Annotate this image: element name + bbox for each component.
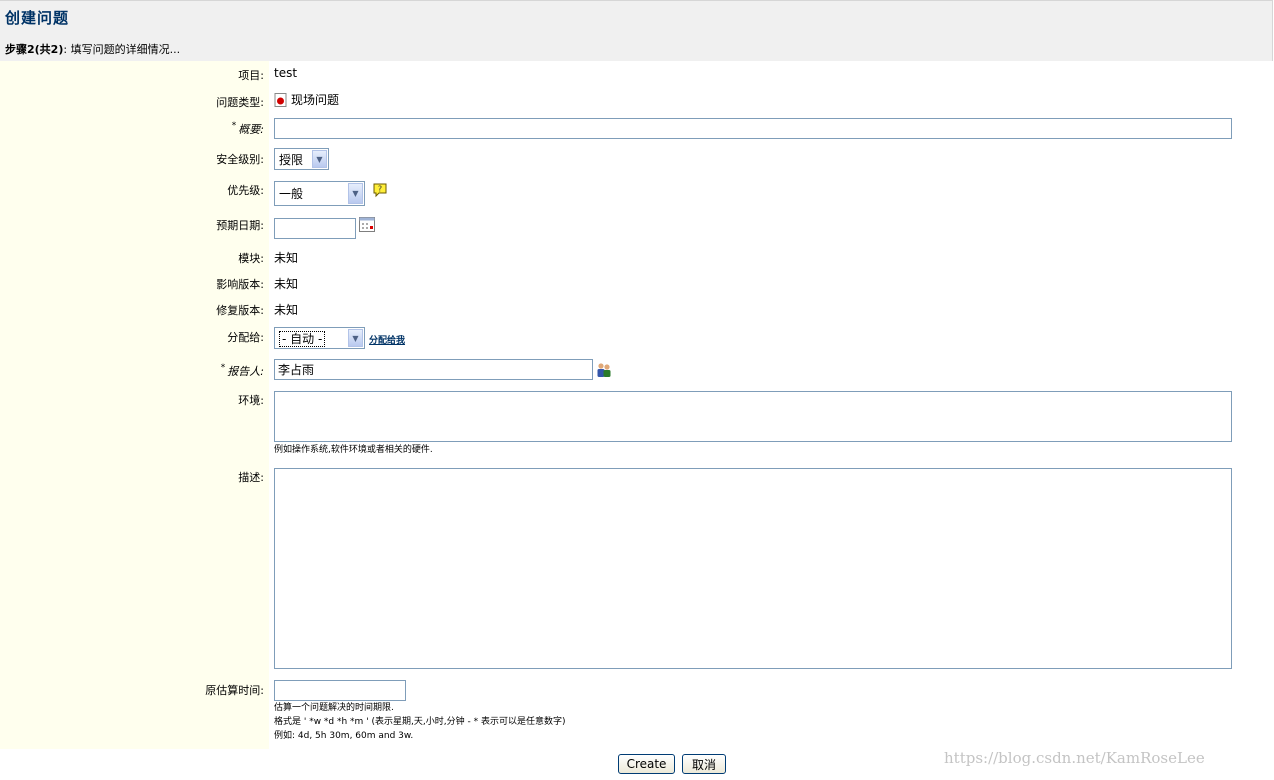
estimate-hint-2: 格式是 ' *w *d *h *m ' (表示星期,天,小时,分钟 - * 表示… xyxy=(274,717,566,727)
header: 创建问题 步骤2(共2): 填写问题的详细情况... xyxy=(0,0,1273,61)
affects-version-label: 影响版本: xyxy=(216,278,264,291)
user-picker-icon[interactable] xyxy=(596,362,612,378)
cancel-button[interactable]: 取消 xyxy=(682,754,726,774)
priority-label: 优先级: xyxy=(227,184,264,197)
issue-type-value: 现场问题 xyxy=(274,91,339,108)
estimate-label: 原估算时间: xyxy=(205,684,264,697)
issue-type-text: 现场问题 xyxy=(291,93,340,107)
step-indicator: 步骤2(共2): 填写问题的详细情况... xyxy=(5,41,180,57)
chevron-down-icon[interactable]: ▼ xyxy=(348,329,363,347)
chevron-down-icon[interactable]: ▼ xyxy=(348,183,363,204)
project-value: test xyxy=(274,66,298,80)
assignee-select[interactable]: - 自动 - ▼ xyxy=(274,327,365,349)
reporter-label: * 报告人: xyxy=(221,363,264,379)
security-selected: 授限 xyxy=(279,153,304,167)
security-label: 安全级别: xyxy=(216,153,264,166)
page-title: 创建问题 xyxy=(5,9,70,27)
priority-selected: 一般 xyxy=(279,187,304,201)
estimate-input[interactable] xyxy=(274,680,406,701)
component-value: 未知 xyxy=(274,251,299,265)
environment-textarea[interactable] xyxy=(274,391,1232,442)
environment-label: 环境: xyxy=(238,394,264,407)
required-mark: * xyxy=(231,121,237,131)
estimate-hint-1: 估算一个问题解决的时间期限. xyxy=(274,703,394,713)
summary-label: * 概要: xyxy=(232,121,264,137)
description-label: 描述: xyxy=(238,471,264,484)
step-description: : 填写问题的详细情况... xyxy=(63,43,181,56)
security-select[interactable]: 授限 ▼ xyxy=(274,148,329,170)
due-date-label: 预期日期: xyxy=(216,219,264,232)
description-textarea[interactable] xyxy=(274,468,1232,669)
assignee-selected: - 自动 - xyxy=(279,331,326,347)
step-number: 步骤2(共2) xyxy=(5,43,64,56)
issue-type-label: 问题类型: xyxy=(216,96,264,109)
calendar-icon[interactable] xyxy=(359,217,375,232)
fix-version-value: 未知 xyxy=(274,303,299,317)
summary-label-text: 概要: xyxy=(238,123,264,136)
summary-input[interactable] xyxy=(274,118,1232,139)
svg-text:?: ? xyxy=(378,185,382,194)
assign-to-me-link[interactable]: 分配给我 xyxy=(369,333,405,346)
help-icon[interactable]: ? xyxy=(372,182,388,198)
required-mark: * xyxy=(220,363,226,373)
create-button[interactable]: Create xyxy=(618,754,675,774)
component-label: 模块: xyxy=(238,252,264,265)
estimate-hint-3: 例如: 4d, 5h 30m, 60m and 3w. xyxy=(274,731,414,741)
chevron-down-icon[interactable]: ▼ xyxy=(312,150,327,168)
priority-select[interactable]: 一般 ▼ xyxy=(274,181,365,206)
due-date-input[interactable] xyxy=(274,218,356,239)
affects-version-value: 未知 xyxy=(274,277,299,291)
reporter-label-text: 报告人: xyxy=(227,365,264,378)
project-label: 项目: xyxy=(238,69,264,82)
assignee-label: 分配给: xyxy=(227,331,264,344)
environment-hint: 例如操作系统,软件环境或者相关的硬件. xyxy=(274,445,433,455)
fix-version-label: 修复版本: xyxy=(216,304,264,317)
issue-type-icon xyxy=(274,92,288,107)
reporter-input[interactable] xyxy=(274,359,593,380)
watermark: https://blog.csdn.net/KamRoseLee xyxy=(944,749,1205,767)
